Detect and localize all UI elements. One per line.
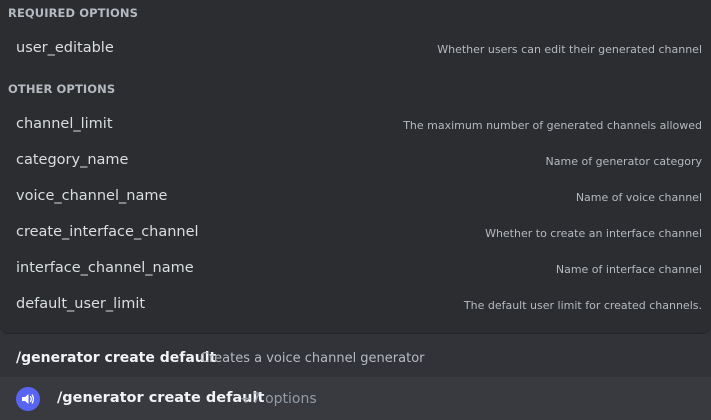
option-description: Name of interface channel bbox=[555, 263, 702, 276]
option-name: user_editable bbox=[16, 40, 114, 56]
options-panel: REQUIRED OPTIONS user_editable Whether u… bbox=[0, 0, 711, 333]
option-description: The maximum number of generated channels… bbox=[403, 119, 702, 132]
option-voice-channel-name[interactable]: voice_channel_name Name of voice channel bbox=[0, 180, 711, 216]
option-default-user-limit[interactable]: default_user_limit The default user limi… bbox=[0, 288, 711, 324]
options-count-hint: +7 options bbox=[240, 391, 317, 407]
option-category-name[interactable]: category_name Name of generator category bbox=[0, 144, 711, 180]
option-create-interface-channel[interactable]: create_interface_channel Whether to crea… bbox=[0, 216, 711, 252]
command-name: /generator create default bbox=[16, 350, 217, 366]
option-interface-channel-name[interactable]: interface_channel_name Name of interface… bbox=[0, 252, 711, 288]
option-name: create_interface_channel bbox=[16, 224, 199, 240]
option-description: Name of voice channel bbox=[575, 191, 702, 204]
option-description: The default user limit for created chann… bbox=[463, 299, 702, 312]
command-description: Creates a voice channel generator bbox=[200, 351, 425, 366]
message-input[interactable]: /generator create default +7 options bbox=[0, 377, 711, 420]
option-name: channel_limit bbox=[16, 116, 113, 132]
speaker-icon[interactable] bbox=[16, 387, 40, 411]
option-name: voice_channel_name bbox=[16, 188, 168, 204]
option-name: category_name bbox=[16, 152, 129, 168]
app-root: REQUIRED OPTIONS user_editable Whether u… bbox=[0, 0, 711, 420]
option-description: Whether to create an interface channel bbox=[485, 227, 702, 240]
input-command: /generator create default bbox=[57, 390, 265, 406]
option-name: interface_channel_name bbox=[16, 260, 194, 276]
option-description: Whether users can edit their generated c… bbox=[437, 43, 702, 56]
option-user-editable[interactable]: user_editable Whether users can edit the… bbox=[0, 32, 711, 68]
option-name: default_user_limit bbox=[16, 296, 146, 312]
other-options-heading: OTHER OPTIONS bbox=[8, 82, 116, 96]
required-options-heading: REQUIRED OPTIONS bbox=[8, 6, 138, 20]
command-preview[interactable]: /generator create default Creates a voic… bbox=[0, 339, 711, 376]
option-description: Name of generator category bbox=[545, 155, 702, 168]
option-channel-limit[interactable]: channel_limit The maximum number of gene… bbox=[0, 108, 711, 144]
